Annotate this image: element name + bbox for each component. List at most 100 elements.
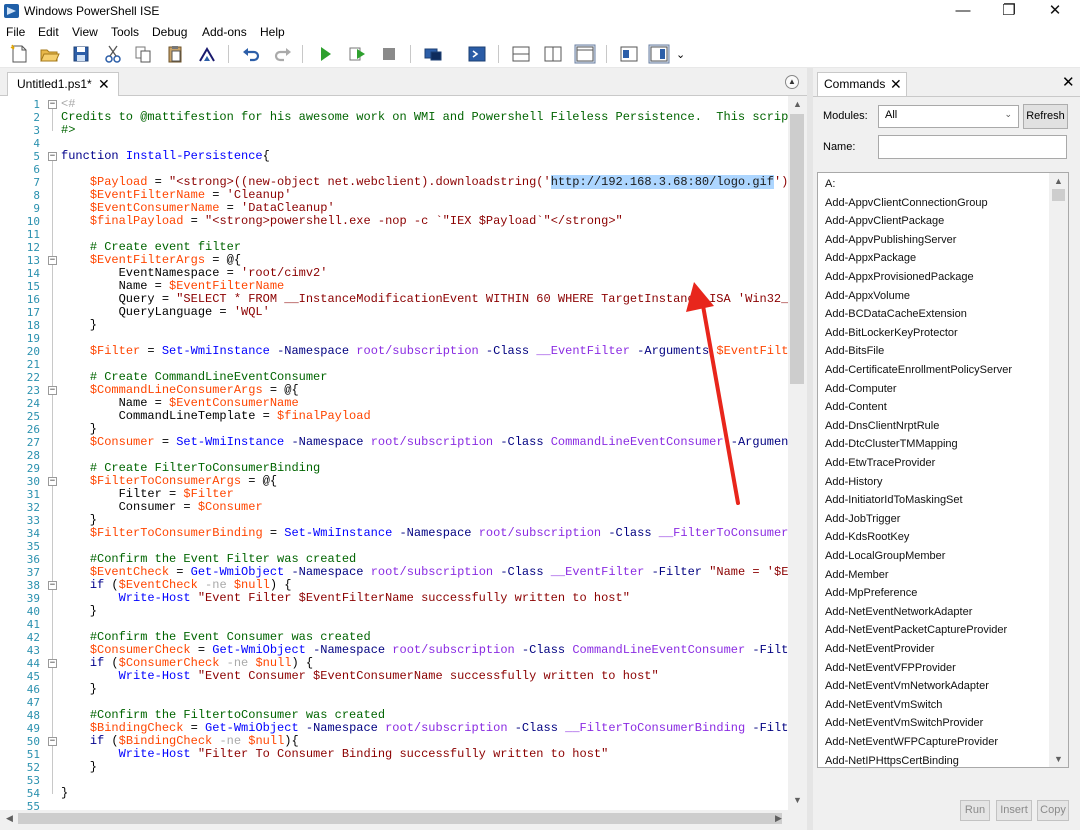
open-file-icon[interactable] [38,43,60,65]
command-list-item[interactable]: Add-NetEventNetworkAdapter [825,605,972,619]
code-token: -Class [485,344,530,358]
scroll-right-icon[interactable]: ▶ [769,810,788,826]
menu-edit[interactable]: Edit [38,25,59,39]
restore-button[interactable]: ❐ [986,0,1032,24]
scroll-down-icon[interactable]: ▼ [788,792,807,808]
command-list-item[interactable]: Add-AppxPackage [825,251,916,265]
redo-icon[interactable] [272,43,294,65]
code-token: = [219,201,242,215]
run-script-icon[interactable] [314,43,336,65]
copy-icon[interactable] [132,43,154,65]
stop-icon[interactable] [378,43,400,65]
clear-console-icon[interactable] [196,43,218,65]
command-list-item[interactable]: Add-EtwTraceProvider [825,456,935,470]
command-list[interactable]: A: Add-AppvClientConnectionGroup Add-AppvC… [817,172,1069,768]
copy-button[interactable]: Copy [1037,800,1069,821]
close-tab-icon[interactable]: ✕ [98,73,110,95]
insert-button[interactable]: Insert [996,800,1032,821]
command-list-item[interactable]: Add-BCDataCacheExtension [825,307,967,321]
command-list-item[interactable]: Add-NetEventWFPCaptureProvider [825,735,998,749]
show-command-window-icon[interactable] [618,43,640,65]
run-selection-icon[interactable] [346,43,368,65]
command-list-item[interactable]: Add-DnsClientNrptRule [825,419,939,433]
command-list-item[interactable]: Add-Computer [825,382,897,396]
command-list-item[interactable]: Add-AppxVolume [825,289,910,303]
command-list-item[interactable]: Add-LocalGroupMember [825,549,945,563]
command-list-scrollbar[interactable]: ▲ ▼ [1049,173,1068,767]
menu-add-ons[interactable]: Add-ons [202,25,247,39]
command-list-item[interactable]: Add-History [825,475,882,489]
editor-vertical-scrollbar[interactable]: ▲ ▼ [788,96,807,810]
command-list-item[interactable]: Add-NetEventPacketCaptureProvider [825,623,1007,637]
command-list-item[interactable]: Add-DtcClusterTMMapping [825,437,958,451]
run-button[interactable]: Run [960,800,990,821]
menu-tools[interactable]: Tools [111,25,139,39]
powershell-console-icon[interactable] [466,43,488,65]
menu-view[interactable]: View [72,25,98,39]
fold-toggle-icon[interactable]: − [48,581,57,590]
close-button[interactable]: ✕ [1032,0,1078,24]
minimize-button[interactable]: — [940,0,986,24]
new-file-icon[interactable] [8,43,30,65]
command-list-item[interactable]: Add-AppxProvisionedPackage [825,270,974,284]
menu-file[interactable]: File [6,25,25,39]
menu-help[interactable]: Help [260,25,285,39]
scroll-up-icon[interactable]: ▲ [1049,173,1068,189]
command-list-item[interactable]: Add-MpPreference [825,586,917,600]
toolbar-overflow-icon[interactable]: ⌄ [676,48,686,70]
command-list-item[interactable]: Add-AppvClientConnectionGroup [825,196,988,210]
command-list-item[interactable]: Add-NetEventVmSwitchProvider [825,716,983,730]
modules-dropdown[interactable]: All ⌄ [878,105,1019,128]
scroll-down-icon[interactable]: ▼ [1049,751,1068,767]
command-list-item[interactable]: Add-AppvPublishingServer [825,233,956,247]
save-icon[interactable] [70,43,92,65]
fold-toggle-icon[interactable]: − [48,386,57,395]
fold-toggle-icon[interactable]: − [48,737,57,746]
code-editor[interactable]: 1 2 3 4 5 6 7 8 9 10 11 12 13 14 15 16 17 18 19 20 21 22 23 24 2… [0,96,788,810]
show-script-pane-top-icon[interactable] [510,43,532,65]
command-list-item[interactable]: Add-JobTrigger [825,512,900,526]
show-script-pane-maximized-icon[interactable] [574,43,596,65]
cut-icon[interactable] [102,43,124,65]
close-commands-tab-icon[interactable]: ✕ [890,73,902,95]
command-list-item[interactable]: Add-Member [825,568,889,582]
command-name-input[interactable] [878,135,1067,159]
scroll-left-icon[interactable]: ◀ [0,810,19,826]
command-list-scroll-thumb[interactable] [1052,189,1065,201]
menu-debug[interactable]: Debug [152,25,187,39]
fold-toggle-icon[interactable]: − [48,659,57,668]
fold-toggle-icon[interactable]: − [48,152,57,161]
command-list-item[interactable]: Add-NetEventProvider [825,642,934,656]
line-number: 11 [26,228,40,241]
close-commands-pane-icon[interactable]: ✕ [1062,73,1075,91]
command-list-item[interactable]: A: [825,177,835,191]
paste-icon[interactable] [164,43,186,65]
command-list-item[interactable]: Add-InitiatorIdToMaskingSet [825,493,963,507]
command-list-item[interactable]: Add-BitsFile [825,344,884,358]
command-list-item[interactable]: Add-NetEventVmSwitch [825,698,942,712]
collapse-script-pane-icon[interactable]: ▲ [785,75,799,89]
command-list-item[interactable]: Add-NetEventVmNetworkAdapter [825,679,989,693]
command-list-item[interactable]: Add-Content [825,400,887,414]
editor-horizontal-scroll-thumb[interactable] [18,813,782,824]
command-list-item[interactable]: Add-NetEventVFPProvider [825,661,956,675]
fold-toggle-icon[interactable]: − [48,100,57,109]
fold-toggle-icon[interactable]: − [48,477,57,486]
command-list-item[interactable]: Add-BitLockerKeyProtector [825,326,958,340]
command-list-item[interactable]: Add-KdsRootKey [825,530,909,544]
editor-vertical-scroll-thumb[interactable] [790,114,804,384]
command-list-item[interactable]: Add-AppvClientPackage [825,214,944,228]
show-script-pane-right-icon[interactable] [542,43,564,65]
remote-powershell-icon[interactable] [422,43,444,65]
fold-toggle-icon[interactable]: − [48,256,57,265]
refresh-button[interactable]: Refresh [1023,104,1068,129]
scroll-up-icon[interactable]: ▲ [788,96,807,112]
undo-icon[interactable] [240,43,262,65]
show-command-addon-icon[interactable] [648,43,670,65]
editor-horizontal-scrollbar[interactable]: ◀ ▶ [0,810,788,827]
tab-commands[interactable]: Commands ✕ [817,72,907,97]
command-list-item[interactable]: Add-CertificateEnrollmentPolicyServer [825,363,1012,377]
tab-untitled1[interactable]: Untitled1.ps1* ✕ [7,72,119,97]
command-list-item[interactable]: Add-NetIPHttpsCertBinding [825,754,959,767]
